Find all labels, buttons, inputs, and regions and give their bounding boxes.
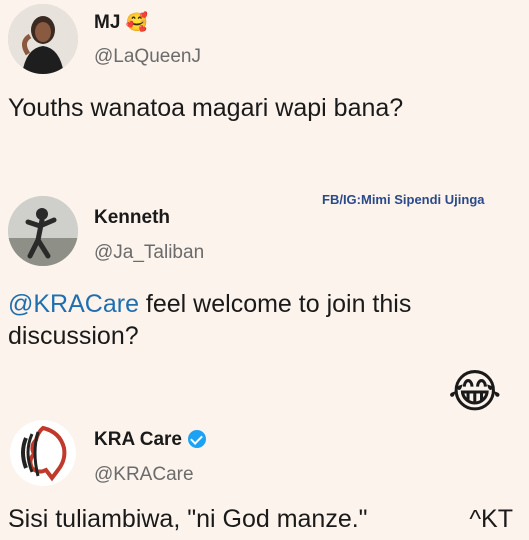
tweet-text: Sisi tuliambiwa, "ni God manze." ^KT: [8, 505, 513, 533]
mention-link[interactable]: @KRACare: [8, 290, 139, 318]
avatar-kenneth[interactable]: [8, 196, 78, 266]
signature: ^KT: [469, 505, 513, 533]
tweet-text-line-2: discussion?: [8, 322, 139, 350]
tweet-text: @KRACare feel welcome to join this discu…: [8, 288, 523, 352]
watermark: FB/IG:Mimi Sipendi Ujinga: [322, 192, 485, 207]
author-handle[interactable]: @LaQueenJ: [94, 46, 201, 68]
tweet-text-line-1: @KRACare feel welcome to join this: [8, 290, 412, 318]
verified-badge-icon: [188, 430, 206, 448]
tears-of-joy-emoji-icon: 😂: [448, 365, 502, 417]
author-handle[interactable]: @KRACare: [94, 464, 194, 486]
author-name[interactable]: Kenneth: [94, 207, 170, 229]
author-handle[interactable]: @Ja_Taliban: [94, 242, 204, 264]
avatar-mj[interactable]: [8, 4, 78, 74]
avatar-kra-care[interactable]: [8, 418, 78, 488]
kra-lion-logo-icon: [10, 420, 76, 486]
tweet-text: Youths wanatoa magari wapi bana?: [8, 94, 404, 122]
author-name[interactable]: MJ 🥰: [94, 12, 148, 34]
author-name[interactable]: KRA Care: [94, 429, 206, 451]
smiling-hearts-emoji-icon: 🥰: [125, 12, 149, 32]
